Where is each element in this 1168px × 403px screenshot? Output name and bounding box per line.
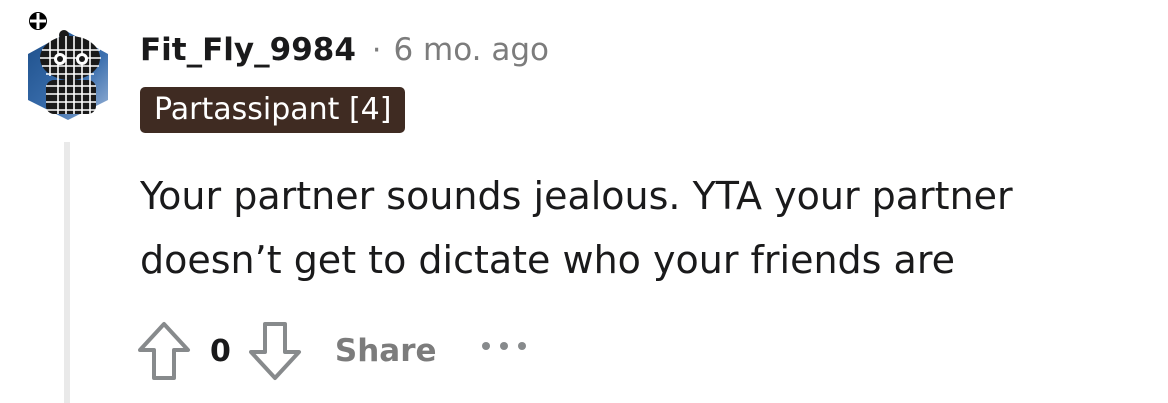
author-username[interactable]: Fit_Fly_9984 bbox=[140, 32, 356, 68]
thread-line[interactable] bbox=[64, 142, 70, 403]
comment: Fit_Fly_9984 · 6 mo. ago Partassipant [4… bbox=[0, 0, 1168, 403]
comment-body: Your partner sounds jealous. YTA your pa… bbox=[140, 164, 1150, 292]
comment-header: Fit_Fly_9984 · 6 mo. ago bbox=[140, 27, 549, 73]
comment-timestamp[interactable]: 6 mo. ago bbox=[393, 32, 549, 68]
avatar[interactable] bbox=[24, 28, 112, 120]
meta-separator: · bbox=[371, 32, 382, 68]
more-options-button[interactable] bbox=[479, 326, 529, 366]
user-flair: Partassipant [4] bbox=[140, 87, 406, 133]
snoo-avatar-image bbox=[28, 30, 108, 120]
vote-count: 0 bbox=[210, 333, 231, 369]
share-button[interactable]: Share bbox=[335, 333, 437, 369]
comment-actions: 0 Share bbox=[134, 318, 529, 384]
downvote-button[interactable] bbox=[245, 318, 305, 384]
comment-body-line: Your partner sounds jealous. YTA your pa… bbox=[140, 174, 1013, 218]
comment-body-line: doesn’t get to dictate who your friends … bbox=[140, 238, 955, 282]
arrow-down-icon bbox=[248, 322, 301, 380]
ellipsis-icon bbox=[481, 342, 526, 350]
upvote-button[interactable] bbox=[134, 318, 194, 384]
arrow-up-icon bbox=[138, 322, 190, 380]
